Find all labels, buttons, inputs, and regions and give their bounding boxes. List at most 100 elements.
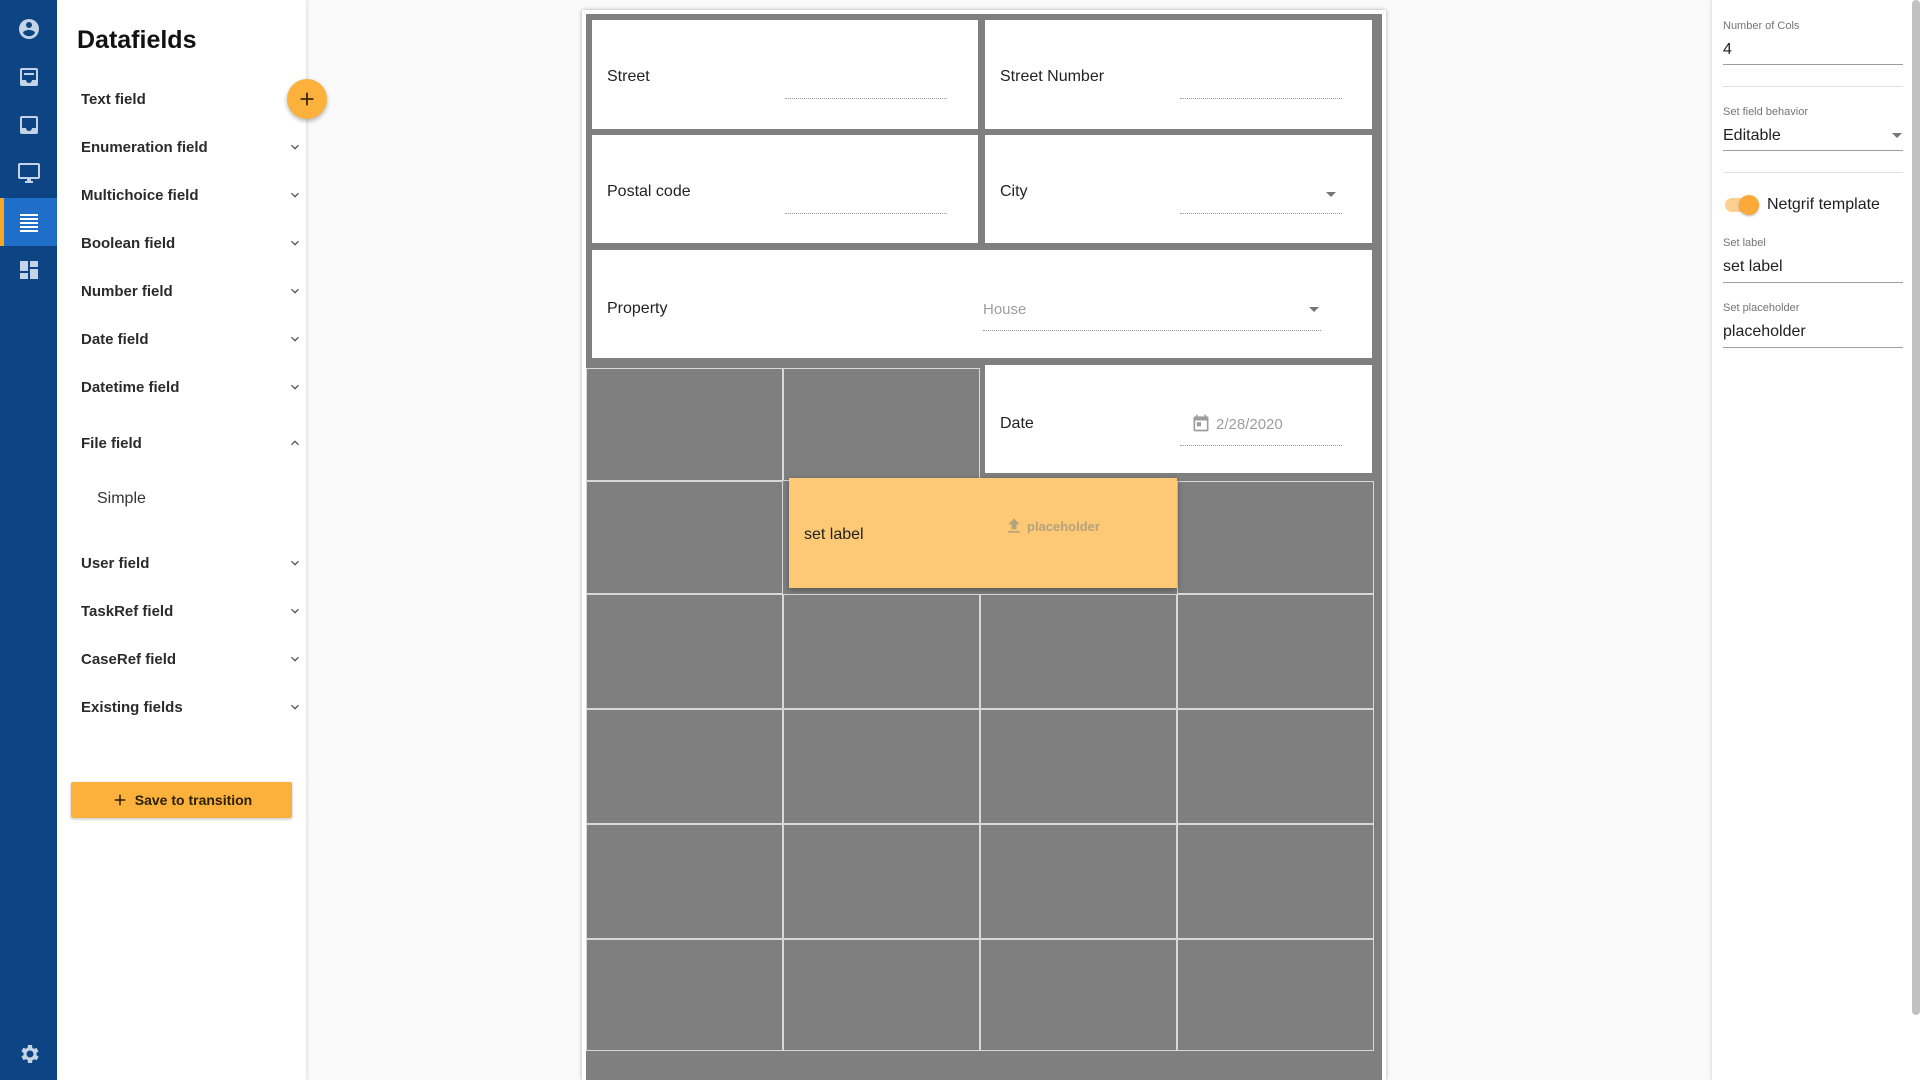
set-label-input[interactable]: set label	[1723, 258, 1783, 276]
city-field[interactable]: City	[985, 135, 1372, 243]
property-select[interactable]	[983, 330, 1321, 331]
gear-icon[interactable]	[0, 1030, 57, 1078]
divider	[1723, 172, 1903, 173]
calendar-icon[interactable]	[1191, 413, 1211, 433]
panel-title: Datafields	[77, 26, 197, 54]
street-number-input[interactable]	[1180, 98, 1342, 99]
grid-cell[interactable]	[783, 594, 980, 709]
property-field[interactable]: Property House	[592, 250, 1372, 358]
property-value: House	[983, 301, 1027, 318]
set-label-label: Set label	[1723, 237, 1766, 249]
grid-cell[interactable]	[980, 824, 1177, 939]
datafields-panel: Datafields Text field Enumeration field …	[57, 0, 306, 1080]
chevron-down-icon	[287, 139, 303, 155]
upload-icon[interactable]	[1004, 516, 1024, 536]
set-label-underline	[1723, 282, 1903, 283]
df-subitem-simple[interactable]: Simple	[97, 490, 146, 508]
date-field[interactable]: Date 2/28/2020	[985, 365, 1372, 473]
grid-cell[interactable]	[980, 939, 1177, 1051]
grid-cell[interactable]	[1177, 594, 1374, 709]
df-item-existing-fields[interactable]: Existing fields	[81, 692, 311, 722]
navigation-rail	[0, 0, 57, 1080]
desktop-icon[interactable]	[0, 149, 57, 197]
grid-cell[interactable]	[980, 709, 1177, 824]
cols-underline	[1723, 64, 1903, 65]
grid-area: Street Street Number Postal code City Pr…	[586, 14, 1382, 1080]
df-item-number-field[interactable]: Number field	[81, 276, 311, 306]
grid-cell[interactable]	[1177, 709, 1374, 824]
grid-cell[interactable]	[586, 481, 783, 594]
netgrif-template-toggle[interactable]	[1725, 195, 1759, 215]
df-item-label: Enumeration field	[81, 138, 208, 156]
dashboard-icon[interactable]	[0, 246, 57, 294]
date-input[interactable]	[1180, 445, 1342, 446]
df-item-label: Date field	[81, 330, 149, 348]
dropdown-arrow-icon[interactable]	[1326, 192, 1336, 197]
postal-code-field[interactable]: Postal code	[592, 135, 978, 243]
df-item-multichoice-field[interactable]: Multichoice field	[81, 180, 311, 210]
street-field[interactable]: Street	[592, 20, 978, 129]
chevron-down-icon	[287, 555, 303, 571]
plus-icon	[300, 92, 314, 106]
chevron-down-icon	[287, 379, 303, 395]
grid-cell[interactable]	[586, 709, 783, 824]
file-field-selected[interactable]: set label placeholder	[789, 478, 1177, 588]
behavior-select[interactable]: Editable	[1723, 127, 1781, 145]
grid-cell[interactable]	[1177, 824, 1374, 939]
set-placeholder-label: Set placeholder	[1723, 302, 1800, 314]
df-item-boolean-field[interactable]: Boolean field	[81, 228, 311, 258]
grid-cell[interactable]	[783, 824, 980, 939]
account-circle-icon[interactable]	[0, 5, 57, 53]
chevron-down-icon	[287, 283, 303, 299]
grid-cell[interactable]	[1177, 481, 1374, 594]
df-item-user-field[interactable]: User field	[81, 548, 311, 578]
save-to-transition-button[interactable]: Save to transition	[71, 782, 292, 818]
scrollbar[interactable]	[1912, 0, 1920, 1015]
chevron-down-icon	[287, 187, 303, 203]
df-item-file-field[interactable]: File field	[81, 428, 311, 458]
save-to-transition-label: Save to transition	[134, 792, 253, 808]
chevron-down-icon	[287, 603, 303, 619]
add-field-button[interactable]	[287, 79, 327, 119]
chevron-up-icon	[287, 435, 303, 451]
grid-cell[interactable]	[783, 368, 980, 481]
df-item-date-field[interactable]: Date field	[81, 324, 311, 354]
grid-cell[interactable]	[586, 939, 783, 1051]
street-number-label: Street Number	[1000, 68, 1105, 85]
street-number-field[interactable]: Street Number	[985, 20, 1372, 129]
street-input[interactable]	[785, 98, 947, 99]
date-value: 2/28/2020	[1216, 416, 1283, 433]
dropdown-arrow-icon[interactable]	[1309, 307, 1319, 312]
tray-icon[interactable]	[0, 101, 57, 149]
divider	[1723, 86, 1903, 87]
grid-cell[interactable]	[586, 824, 783, 939]
df-item-label: Number field	[81, 282, 173, 300]
chevron-down-icon	[287, 651, 303, 667]
behavior-underline	[1723, 150, 1903, 151]
df-item-taskref-field[interactable]: TaskRef field	[81, 596, 311, 626]
df-item-enumeration-field[interactable]: Enumeration field	[81, 132, 311, 162]
df-item-label: User field	[81, 554, 150, 572]
list-icon[interactable]	[0, 198, 57, 246]
grid-cell[interactable]	[783, 709, 980, 824]
set-placeholder-underline	[1723, 347, 1903, 348]
property-label: Property	[607, 300, 668, 317]
inbox-icon[interactable]	[0, 53, 57, 101]
city-select[interactable]	[1180, 213, 1342, 214]
chevron-down-icon	[287, 331, 303, 347]
grid-cell[interactable]	[980, 594, 1177, 709]
df-item-caseref-field[interactable]: CaseRef field	[81, 644, 311, 674]
df-item-label: TaskRef field	[81, 602, 174, 620]
set-placeholder-input[interactable]: placeholder	[1723, 323, 1806, 341]
city-label: City	[1000, 183, 1028, 200]
cols-input[interactable]: 4	[1723, 41, 1732, 59]
dropdown-arrow-icon[interactable]	[1892, 133, 1902, 138]
grid-cell[interactable]	[586, 594, 783, 709]
grid-cell[interactable]	[586, 368, 783, 481]
grid-cell[interactable]	[1177, 939, 1374, 1051]
df-item-label: File field	[81, 434, 142, 452]
df-item-datetime-field[interactable]: Datetime field	[81, 372, 311, 402]
df-item-text-field[interactable]: Text field	[81, 84, 311, 114]
grid-cell[interactable]	[783, 939, 980, 1051]
postal-code-input[interactable]	[785, 213, 947, 214]
